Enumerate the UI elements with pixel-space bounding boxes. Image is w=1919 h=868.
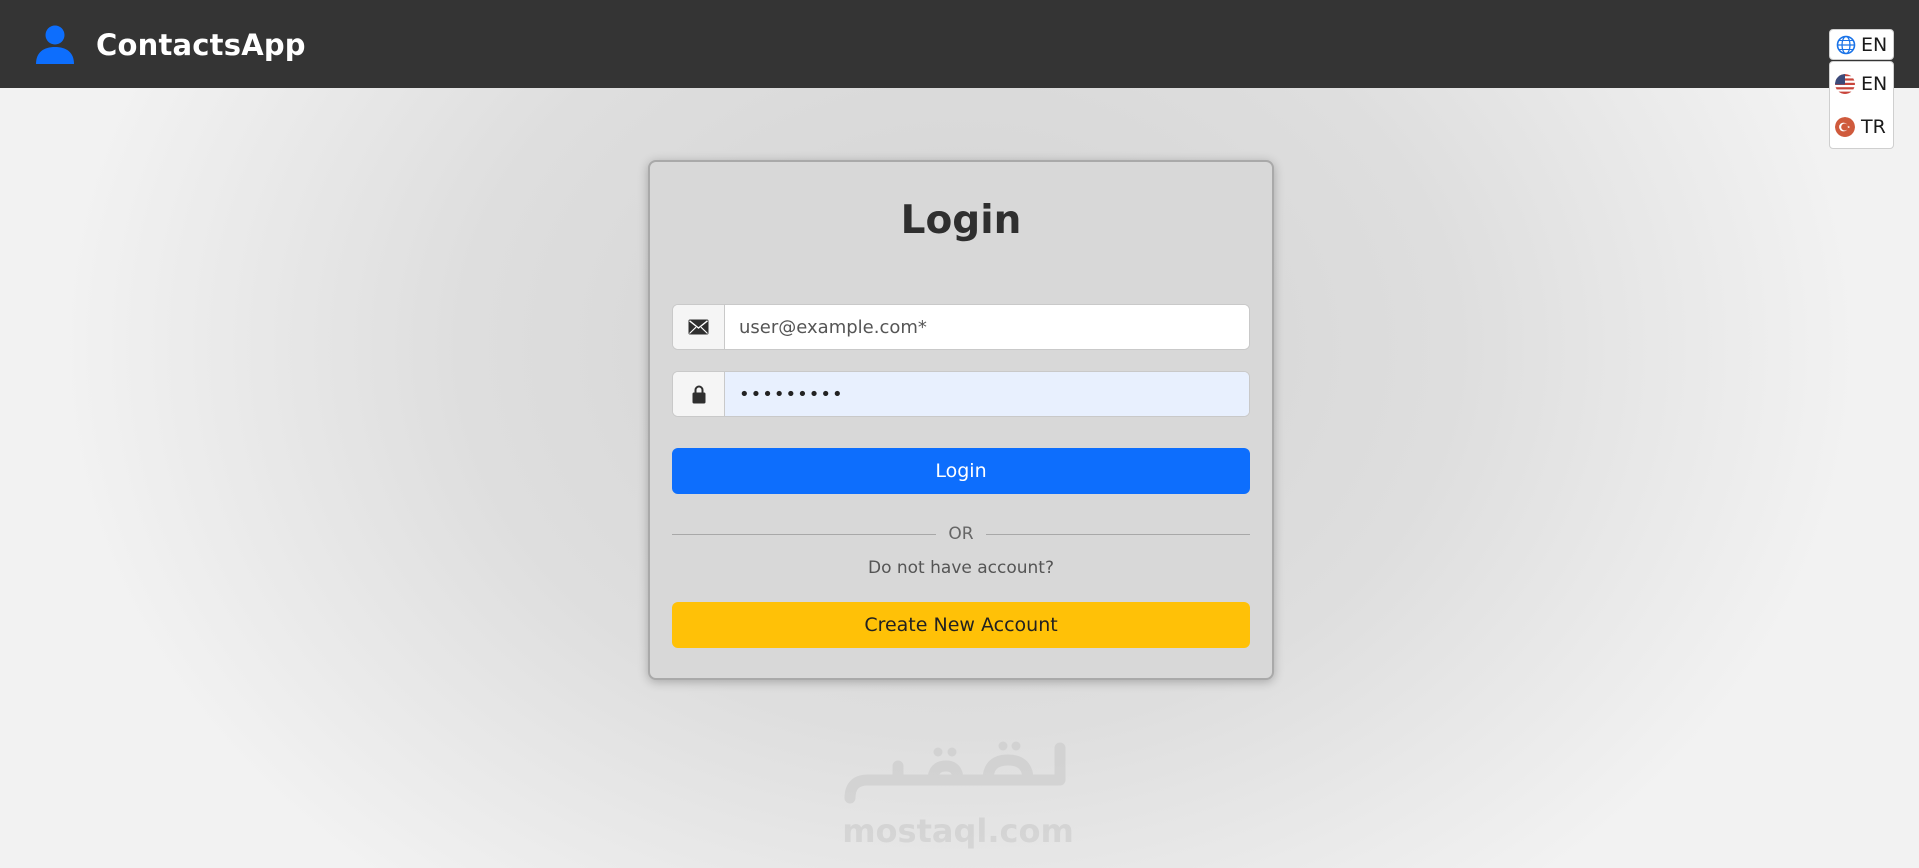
envelope-icon: [688, 319, 709, 335]
language-option-label: EN: [1861, 73, 1888, 95]
watermark-text: mostaql.com: [842, 812, 1074, 850]
user-icon: [36, 25, 74, 64]
us-flag-icon: [1835, 74, 1855, 94]
login-card: Login Login OR Do not have account? Crea…: [648, 160, 1274, 680]
envelope-icon-addon: [673, 305, 725, 349]
current-language-label: EN: [1861, 33, 1888, 56]
no-account-text: Do not have account?: [867, 558, 1054, 578]
watermark: mostaql.com: [838, 740, 1078, 850]
brand-name: ContactsApp: [96, 28, 306, 62]
watermark-logo: [844, 741, 1066, 804]
or-text: OR: [948, 524, 974, 544]
language-option-label: TR: [1861, 116, 1886, 138]
create-account-button[interactable]: Create New Account: [672, 602, 1250, 648]
language-dropdown-toggle[interactable]: EN: [1829, 29, 1894, 60]
page-title: Login: [900, 198, 1022, 243]
language-menu: EN TR: [1829, 61, 1894, 149]
divider-line-left: [672, 533, 937, 535]
email-input-group: [672, 304, 1250, 350]
password-field[interactable]: [725, 372, 1249, 416]
divider-line-right: [985, 533, 1251, 535]
brand[interactable]: ContactsApp: [34, 24, 306, 66]
navbar: ContactsApp: [0, 0, 1919, 88]
lock-icon-addon: [673, 372, 725, 416]
tr-flag-icon: [1835, 117, 1855, 137]
language-option-tr[interactable]: TR: [1835, 113, 1891, 141]
language-option-en[interactable]: EN: [1835, 70, 1891, 98]
or-divider: OR: [672, 524, 1251, 544]
email-field[interactable]: [725, 305, 1249, 349]
lock-icon: [692, 385, 705, 404]
password-input-group: [672, 371, 1250, 417]
login-button[interactable]: Login: [672, 448, 1250, 494]
globe-icon: [1836, 35, 1856, 54]
